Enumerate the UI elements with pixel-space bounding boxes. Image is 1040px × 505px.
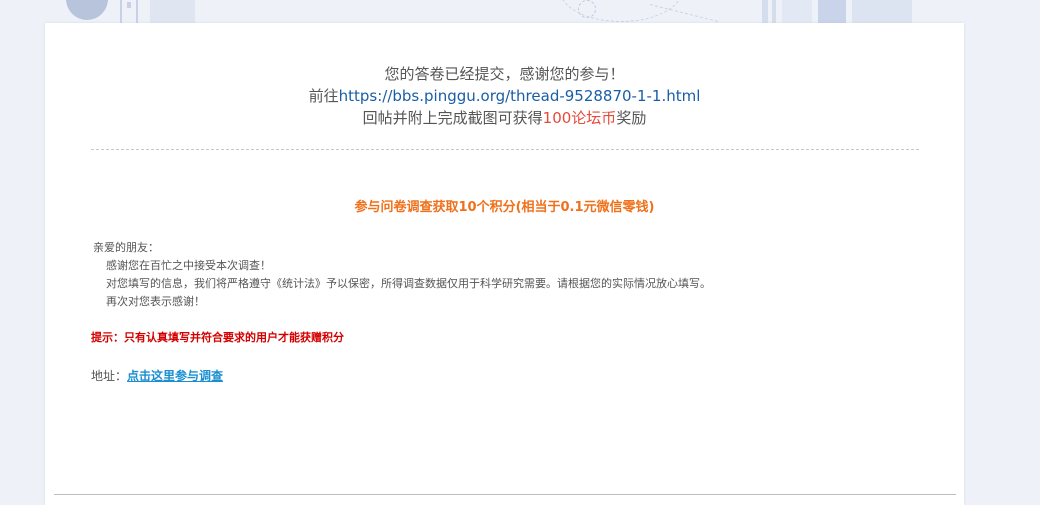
submission-confirmation: 您的答卷已经提交，感谢您的参与！ 前往https://bbs.pinggu.or…: [45, 63, 964, 129]
eligibility-hint: 提示：只有认真填写并符合要求的用户才能获赠积分: [91, 331, 344, 344]
survey-link[interactable]: 点击这里参与调查: [127, 369, 223, 383]
reward-instruction: 回帖并附上完成截图可获得100论坛币奖励: [45, 107, 964, 129]
letter-paragraph: 感谢您在百忙之中接受本次调查！: [106, 259, 271, 272]
reward-instruction-prefix: 回帖并附上完成截图可获得: [362, 109, 543, 127]
survey-complete-card: 您的答卷已经提交，感谢您的参与！ 前往https://bbs.pinggu.or…: [45, 23, 964, 505]
confirmation-message: 您的答卷已经提交，感谢您的参与！: [384, 65, 625, 83]
decorative-circle-icon: [66, 0, 108, 20]
thread-instruction: 前往https://bbs.pinggu.org/thread-9528870-…: [45, 85, 964, 107]
decorative-dot-icon: [578, 0, 596, 18]
bottom-divider: [54, 494, 956, 495]
reward-instruction-suffix: 奖励: [616, 109, 647, 127]
letter-greeting: 亲爱的朋友：: [93, 241, 159, 254]
thread-instruction-prefix: 前往: [308, 87, 339, 105]
thread-link[interactable]: https://bbs.pinggu.org/thread-9528870-1-…: [339, 87, 701, 105]
dashed-divider: [91, 149, 919, 150]
survey-address: 地址：点击这里参与调查: [91, 367, 223, 384]
letter-paragraph: 对您填写的信息，我们将严格遵守《统计法》予以保密，所得调查数据仅用于科学研究需要…: [106, 277, 711, 290]
letter-paragraph: 再次对您表示感谢！: [106, 295, 205, 308]
reward-amount: 100论坛币: [542, 109, 617, 127]
survey-letter: 亲爱的朋友： 感谢您在百忙之中接受本次调查！ 对您填写的信息，我们将严格遵守《统…: [93, 239, 913, 311]
survey-headline: 参与问卷调查获取10个积分(相当于0.1元微信零钱): [354, 200, 655, 215]
page: 您的答卷已经提交，感谢您的参与！ 前往https://bbs.pinggu.or…: [0, 0, 1040, 505]
address-label: 地址：: [91, 369, 128, 383]
